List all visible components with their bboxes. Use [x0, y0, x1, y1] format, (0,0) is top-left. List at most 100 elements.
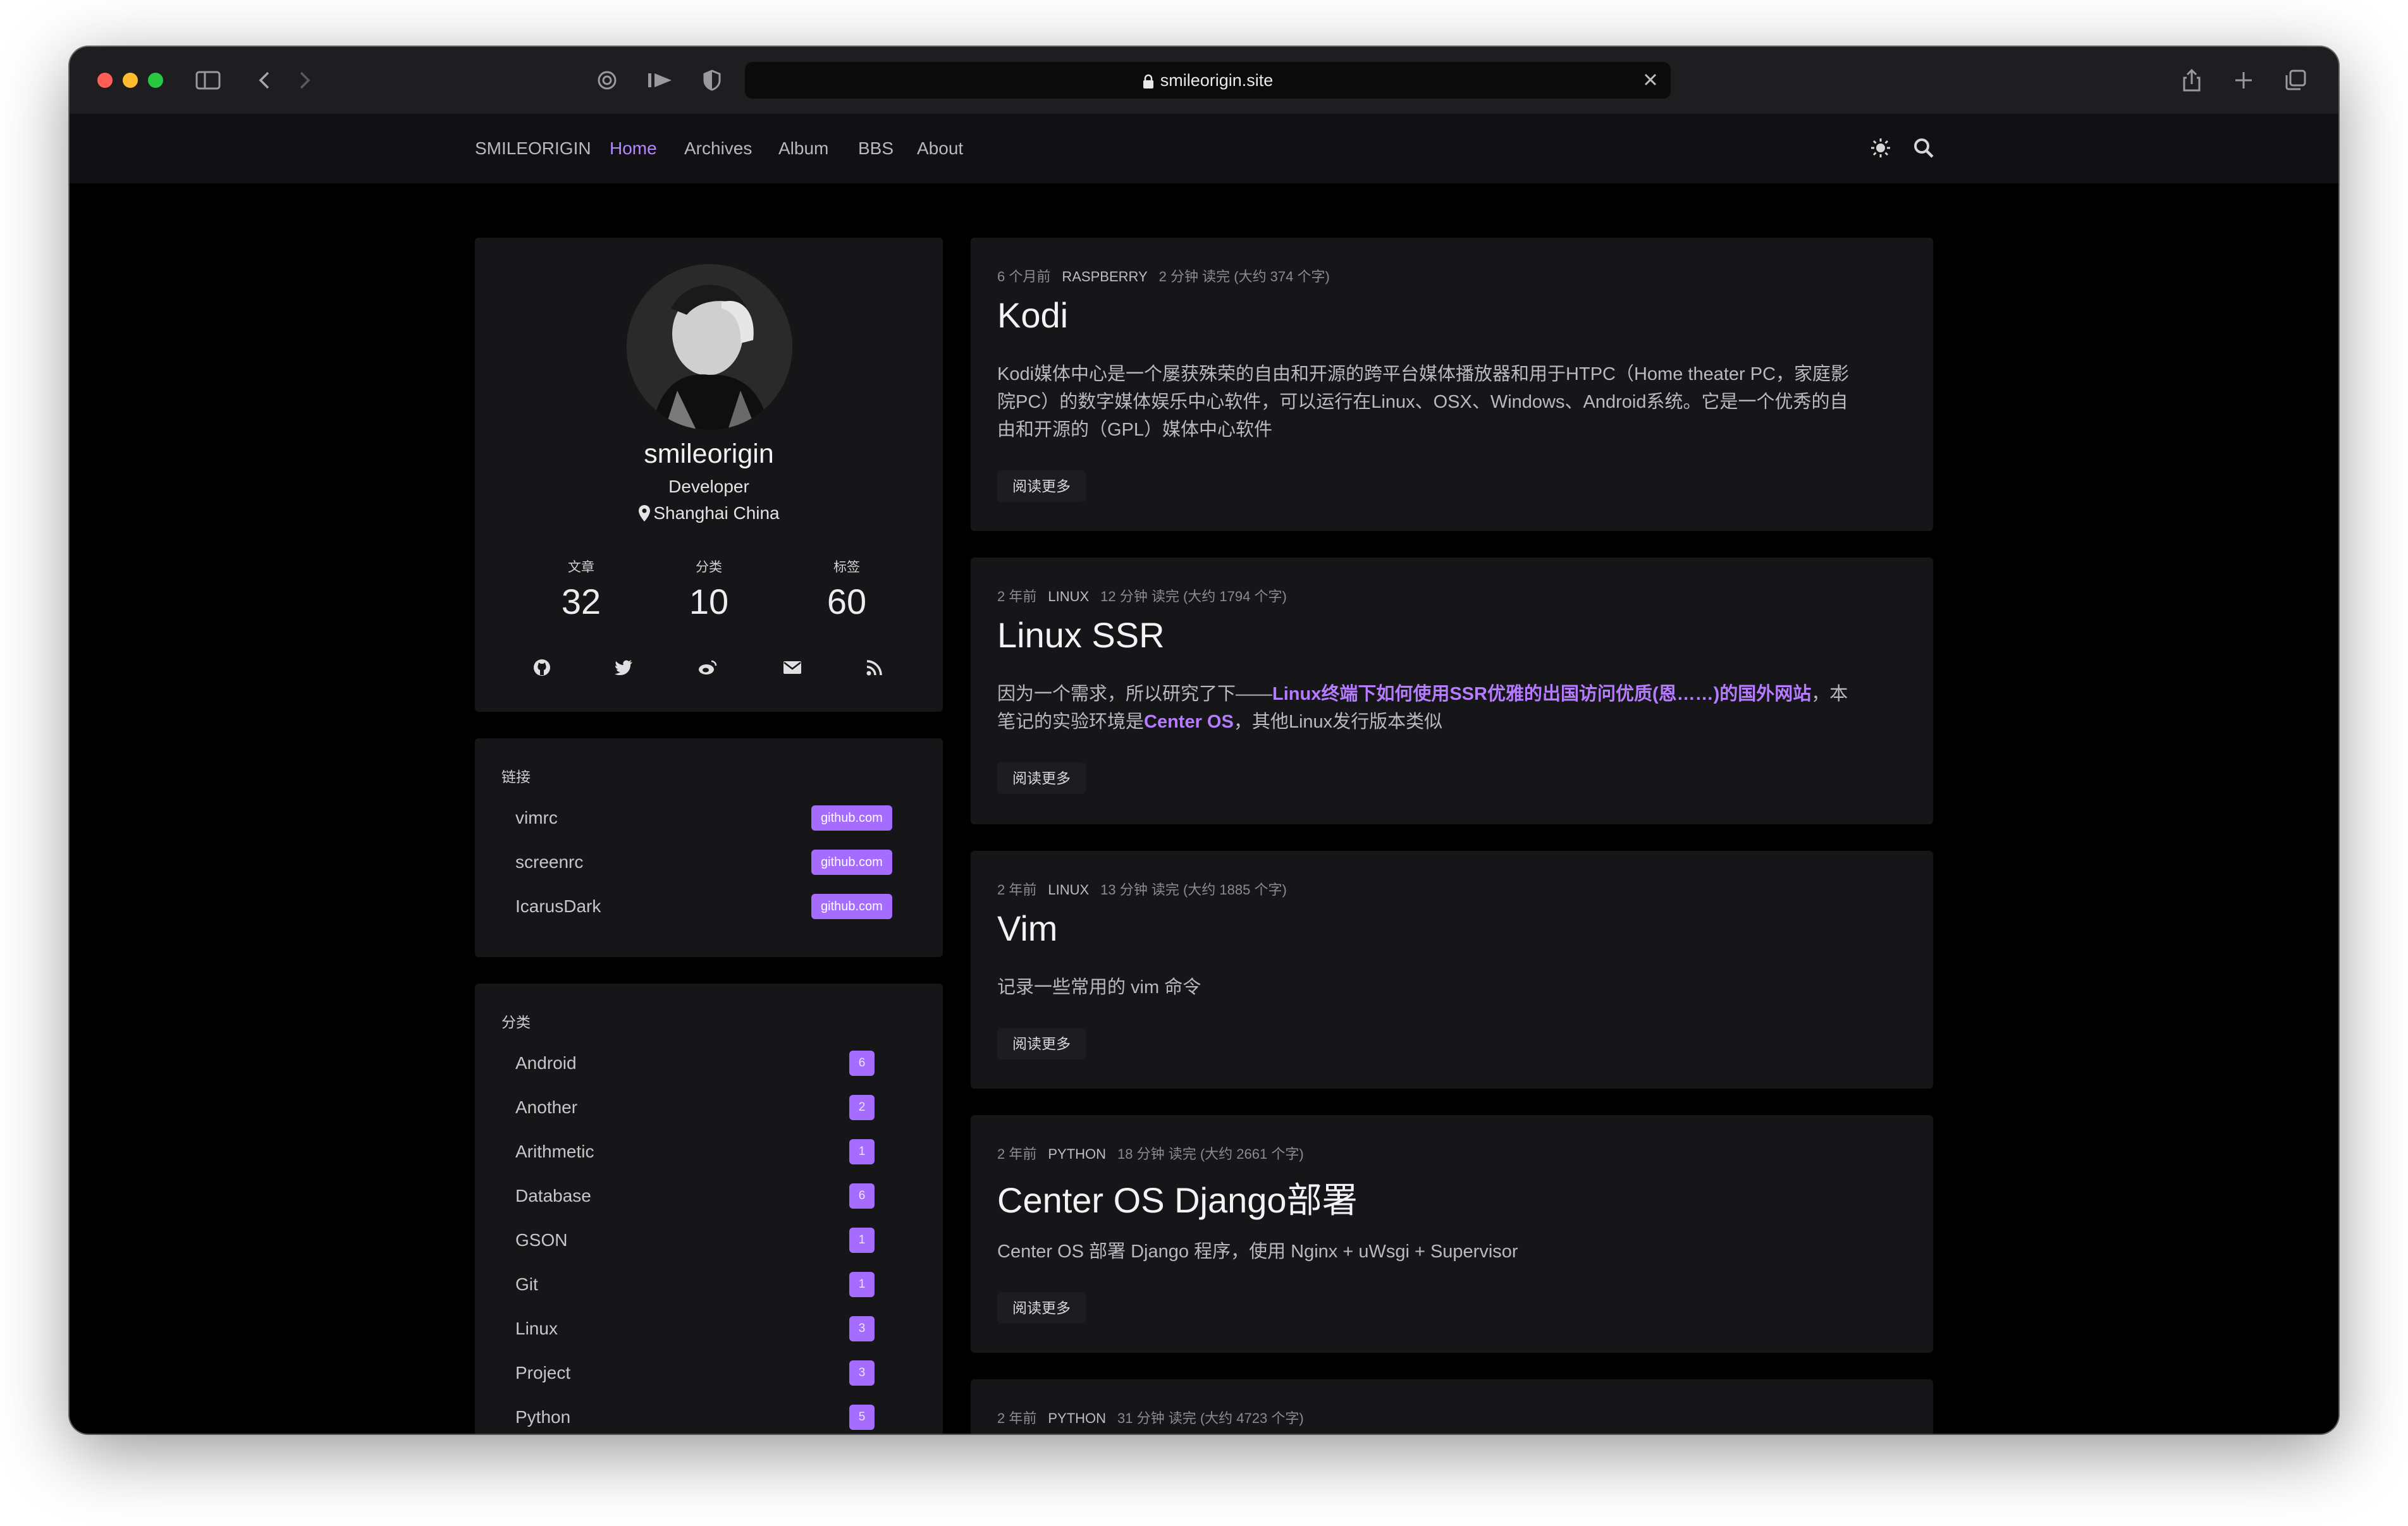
excerpt-line: Kodi媒体中心是一个屡获殊荣的自由和开源的跨平台媒体播放器和用于HTPC（Ho… — [997, 364, 1850, 384]
post-meta: 2 年前 PYTHON 18 分钟 读完 (大约 2661 个字) — [997, 1143, 1304, 1163]
post-excerpt: Center OS 部署 Django 程序，使用 Nginx + uWsgi … — [997, 1242, 1518, 1262]
category-item-label[interactable]: Database — [515, 1186, 591, 1206]
excerpt-link[interactable]: Linux终端下如何使用SSR优雅的出国访问优质(恩……)的国外网站 — [1272, 684, 1811, 704]
post-title[interactable]: Center OS Django部署 — [997, 1172, 1358, 1223]
post-excerpt: 记录一些常用的 vim 命令 — [997, 977, 1201, 998]
back-icon[interactable] — [252, 66, 277, 95]
category-item-label[interactable]: Linux — [515, 1319, 558, 1339]
stat-label: 文章 — [568, 560, 594, 575]
post-reading-time: 2 分钟 读完 (大约 374 个字) — [1158, 269, 1330, 284]
profile-location-text: Shanghai China — [653, 503, 780, 523]
link-domain-tag[interactable]: github.com — [811, 894, 892, 919]
clear-url-icon[interactable] — [1642, 71, 1659, 92]
nav-archives[interactable]: Archives — [684, 114, 752, 183]
share-icon[interactable] — [2179, 66, 2204, 95]
stat-label: 分类 — [696, 560, 722, 575]
privacy-report-icon[interactable] — [594, 66, 620, 95]
github-icon[interactable] — [529, 655, 555, 680]
post-excerpt: 因为一个需求，所以研究了下——Linux终端下如何使用SSR优雅的出国访问优质(… — [997, 680, 1901, 736]
category-count-badge: 1 — [849, 1139, 875, 1164]
post-card: 2 年前 LINUX 12 分钟 读完 (大约 1794 个字) Linux SSR… — [971, 558, 1933, 824]
nav-about[interactable]: About — [917, 114, 963, 183]
category-item-label[interactable]: GSON — [515, 1230, 567, 1250]
excerpt-text: ，其他Linux发行版本类似 — [1233, 712, 1443, 732]
address-bar[interactable]: smileorigin.site — [745, 62, 1671, 99]
stat-categories[interactable]: 分类 10 — [658, 557, 759, 622]
categories-title: 分类 — [501, 1014, 531, 1030]
email-icon[interactable] — [780, 655, 805, 680]
post-category[interactable]: LINUX — [1048, 589, 1089, 604]
nav-album[interactable]: Album — [778, 114, 828, 183]
read-more-button[interactable]: 阅读更多 — [997, 470, 1086, 502]
post-category[interactable]: LINUX — [1048, 882, 1089, 898]
link-item-label[interactable]: screenrc — [515, 852, 583, 872]
category-count-badge: 3 — [849, 1360, 875, 1386]
category-item-label[interactable]: Arithmetic — [515, 1142, 594, 1162]
excerpt-text: 因为一个需求，所以研究了下—— — [997, 684, 1273, 704]
sidebar-toggle-icon[interactable] — [194, 66, 223, 95]
tab-overview-icon[interactable] — [2283, 66, 2308, 95]
category-count-badge: 3 — [849, 1316, 875, 1341]
stat-posts[interactable]: 文章 32 — [531, 557, 632, 622]
rss-icon[interactable] — [862, 655, 887, 680]
excerpt-text: ，本 — [1811, 684, 1848, 704]
post-meta: 2 年前 LINUX 13 分钟 读完 (大约 1885 个字) — [997, 879, 1287, 899]
read-more-button[interactable]: 阅读更多 — [997, 1028, 1086, 1059]
category-item-label[interactable]: Git — [515, 1274, 538, 1295]
link-domain-tag[interactable]: github.com — [811, 805, 892, 831]
weibo-icon[interactable] — [695, 655, 720, 680]
link-item-label[interactable]: IcarusDark — [515, 896, 601, 917]
excerpt-line: 院PC）的数字媒体娱乐中心软件，可以运行在Linux、OSX、Windows、A… — [997, 392, 1848, 412]
post-title[interactable]: Kodi — [997, 295, 1068, 336]
twitter-icon[interactable] — [611, 655, 637, 680]
nav-home[interactable]: Home — [610, 114, 657, 183]
read-more-button[interactable]: 阅读更多 — [997, 1292, 1086, 1324]
profile-name: smileorigin — [644, 439, 774, 469]
post-category[interactable]: PYTHON — [1048, 1410, 1106, 1426]
link-domain-tag[interactable]: github.com — [811, 850, 892, 875]
category-item-label[interactable]: Android — [515, 1053, 577, 1073]
stat-tags[interactable]: 标签 60 — [796, 557, 897, 622]
category-count-badge: 2 — [849, 1095, 875, 1120]
theme-toggle-icon[interactable] — [1869, 137, 1892, 162]
minimize-window-button[interactable] — [123, 73, 138, 88]
map-marker-icon — [639, 505, 651, 522]
post-meta: 2 年前 PYTHON 31 分钟 读完 (大约 4723 个字) — [997, 1407, 1304, 1427]
post-card: 6 个月前 RASPBERRY 2 分钟 读完 (大约 374 个字) Kodi K… — [971, 238, 1933, 531]
post-card: 2 年前 LINUX 13 分钟 读完 (大约 1885 个字) Vim 记录一些常… — [971, 851, 1933, 1089]
zoom-window-button[interactable] — [148, 73, 163, 88]
search-icon[interactable] — [1912, 137, 1935, 162]
url-text: smileorigin.site — [1160, 71, 1274, 90]
post-title[interactable]: Vim — [997, 908, 1057, 949]
read-more-button[interactable]: 阅读更多 — [997, 762, 1086, 794]
nav-bbs[interactable]: BBS — [858, 114, 894, 183]
post-meta: 6 个月前 RASPBERRY 2 分钟 读完 (大约 374 个字) — [997, 266, 1330, 286]
category-count-badge: 6 — [849, 1183, 875, 1209]
shield-icon[interactable] — [699, 66, 725, 95]
category-count-badge: 1 — [849, 1228, 875, 1253]
stat-value: 60 — [826, 582, 867, 621]
post-meta: 2 年前 LINUX 12 分钟 读完 (大约 1794 个字) — [997, 585, 1287, 606]
post-time: 6 个月前 — [997, 269, 1051, 284]
links-title: 链接 — [501, 769, 531, 785]
post-category[interactable]: PYTHON — [1048, 1146, 1106, 1162]
post-category[interactable]: RASPBERRY — [1062, 269, 1147, 284]
category-item-label[interactable]: Project — [515, 1363, 570, 1383]
post-time: 2 年前 — [997, 1410, 1037, 1426]
brand-logo-text[interactable]: SMILEORIGIN — [475, 114, 591, 183]
profile-role: Developer — [668, 477, 749, 496]
category-item-label[interactable]: Another — [515, 1097, 577, 1118]
profile-card: smileorigin Developer Shanghai China 文章 … — [475, 238, 943, 712]
browser-toolbar: smileorigin.site — [70, 47, 2338, 115]
close-window-button[interactable] — [97, 73, 113, 88]
new-tab-icon[interactable] — [2231, 66, 2256, 95]
post-title[interactable]: Linux SSR — [997, 614, 1165, 656]
link-item-label[interactable]: vimrc — [515, 808, 558, 828]
post-reading-time: 31 分钟 读完 (大约 4723 个字) — [1117, 1410, 1304, 1426]
category-count-badge: 6 — [849, 1051, 875, 1076]
forward-icon[interactable] — [292, 66, 317, 95]
reader-mode-icon[interactable] — [645, 66, 677, 95]
post-reading-time: 13 分钟 读完 (大约 1885 个字) — [1100, 882, 1287, 898]
excerpt-link[interactable]: Center OS — [1144, 712, 1234, 732]
category-item-label[interactable]: Python — [515, 1407, 570, 1427]
